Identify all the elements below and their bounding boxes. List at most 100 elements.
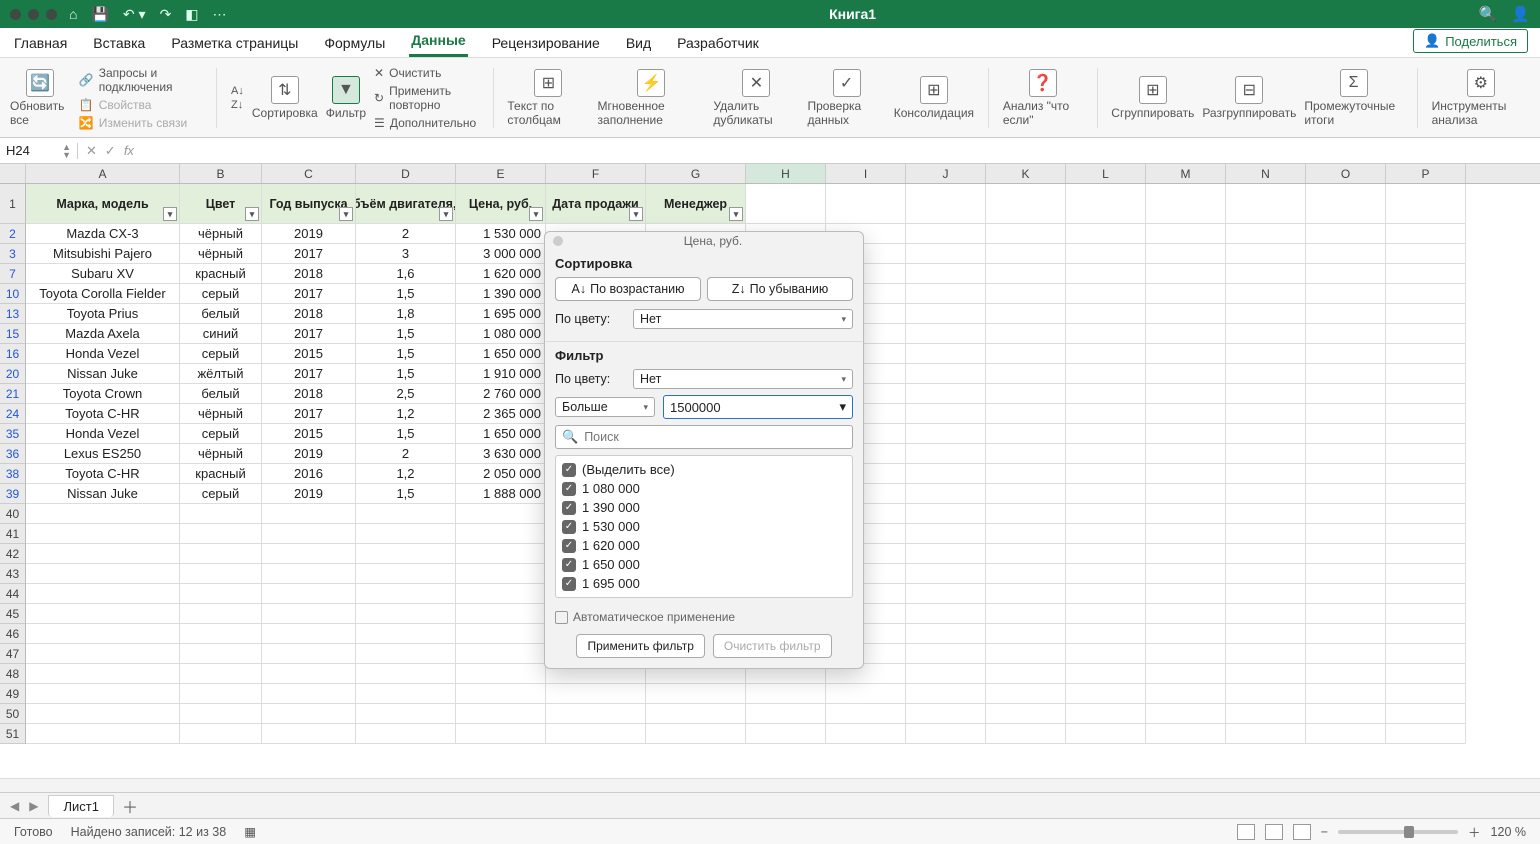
cell[interactable]: 1,2 xyxy=(356,464,456,484)
cell[interactable]: 2 365 000 xyxy=(456,404,546,424)
row-header[interactable]: 47 xyxy=(0,644,26,664)
column-header-O[interactable]: O xyxy=(1306,164,1386,183)
cell[interactable]: 1 650 000 xyxy=(456,424,546,444)
reapply-button[interactable]: ↻ Применить повторно xyxy=(374,84,479,112)
row-header[interactable]: 46 xyxy=(0,624,26,644)
undo-icon[interactable]: ↶ ▾ xyxy=(123,6,146,23)
cell[interactable]: 1,6 xyxy=(356,264,456,284)
filter-search-input[interactable] xyxy=(584,430,846,444)
cell[interactable]: 2018 xyxy=(262,384,356,404)
cell[interactable]: 1,5 xyxy=(356,324,456,344)
row-header[interactable]: 36 xyxy=(0,444,26,464)
cell[interactable]: 1,5 xyxy=(356,484,456,504)
cell[interactable]: серый xyxy=(180,344,262,364)
cell[interactable]: 1 620 000 xyxy=(456,264,546,284)
ungroup-button[interactable]: ⊟Разгруппировать xyxy=(1202,76,1296,120)
flash-fill-button[interactable]: ⚡Мгновенное заполнение xyxy=(598,69,706,127)
text-to-columns-button[interactable]: ⊞Текст по столбцам xyxy=(507,69,589,127)
column-header-B[interactable]: B xyxy=(180,164,262,183)
cell[interactable]: серый xyxy=(180,284,262,304)
cancel-icon[interactable]: ✕ xyxy=(86,143,97,159)
cell[interactable]: Mazda Axela xyxy=(26,324,180,344)
row-header[interactable]: 51 xyxy=(0,724,26,744)
clear-filter-button[interactable]: Очистить фильтр xyxy=(713,634,832,658)
cell[interactable]: Toyota C-HR xyxy=(26,404,180,424)
column-header-A[interactable]: A xyxy=(26,164,180,183)
row-header[interactable]: 41 xyxy=(0,524,26,544)
row-header[interactable]: 45 xyxy=(0,604,26,624)
column-header-C[interactable]: C xyxy=(262,164,356,183)
cell[interactable]: 1 530 000 xyxy=(456,224,546,244)
cell[interactable]: 1,5 xyxy=(356,284,456,304)
fx-icon[interactable]: fx xyxy=(124,143,134,159)
cell[interactable]: Toyota Prius xyxy=(26,304,180,324)
cell[interactable]: 2017 xyxy=(262,364,356,384)
cell[interactable]: красный xyxy=(180,264,262,284)
data-validation-button[interactable]: ✓Проверка данных xyxy=(807,69,885,127)
save-icon[interactable]: 💾 xyxy=(91,6,108,23)
filter-button[interactable]: ▼ Фильтр xyxy=(326,76,366,120)
filter-value-item[interactable]: ✓1 530 000 xyxy=(562,517,846,536)
column-header-E[interactable]: E xyxy=(456,164,546,183)
popup-close-icon[interactable] xyxy=(553,236,563,246)
tab-review[interactable]: Рецензирование xyxy=(490,30,602,57)
column-header-H[interactable]: H xyxy=(746,164,826,183)
row-header[interactable]: 20 xyxy=(0,364,26,384)
cell[interactable]: 1 650 000 xyxy=(456,344,546,364)
cell[interactable]: чёрный xyxy=(180,444,262,464)
sort-desc-button[interactable]: Z↓ По убыванию xyxy=(707,277,853,301)
cell[interactable]: 1,8 xyxy=(356,304,456,324)
cell[interactable]: 1 910 000 xyxy=(456,364,546,384)
cell[interactable]: 2018 xyxy=(262,304,356,324)
cell[interactable]: 3 xyxy=(356,244,456,264)
home-icon[interactable]: ⌂ xyxy=(69,6,77,22)
row-header[interactable]: 39 xyxy=(0,484,26,504)
cell[interactable]: 2 050 000 xyxy=(456,464,546,484)
cell[interactable]: 2017 xyxy=(262,284,356,304)
page-break-view-button[interactable] xyxy=(1293,824,1311,840)
minimize-window[interactable] xyxy=(28,9,39,20)
row-header[interactable]: 49 xyxy=(0,684,26,704)
analysis-tools-button[interactable]: ⚙Инструменты анализа xyxy=(1432,69,1530,127)
cell[interactable]: 1,2 xyxy=(356,404,456,424)
tab-developer[interactable]: Разработчик xyxy=(675,30,761,57)
cell[interactable]: 1,5 xyxy=(356,424,456,444)
cell[interactable]: 1 695 000 xyxy=(456,304,546,324)
sort-button[interactable]: ⇅ Сортировка xyxy=(252,76,318,120)
filter-by-color-select[interactable]: Нет▾ xyxy=(633,369,853,389)
clear-filter-button[interactable]: ✕ Очистить xyxy=(374,66,479,80)
cell[interactable]: 2 xyxy=(356,224,456,244)
filter-dropdown-icon[interactable]: ▾ xyxy=(529,207,543,221)
column-header-M[interactable]: M xyxy=(1146,164,1226,183)
filter-dropdown-icon[interactable]: ▾ xyxy=(439,207,453,221)
consolidate-button[interactable]: ⊞Консолидация xyxy=(894,76,974,120)
column-header-I[interactable]: I xyxy=(826,164,906,183)
cell[interactable]: 2019 xyxy=(262,224,356,244)
cell[interactable]: 3 000 000 xyxy=(456,244,546,264)
cell[interactable]: Mitsubishi Pajero xyxy=(26,244,180,264)
sort-desc-icon[interactable]: Z↓ xyxy=(231,99,244,111)
tab-formulas[interactable]: Формулы xyxy=(322,30,387,57)
row-header[interactable]: 35 xyxy=(0,424,26,444)
column-header-L[interactable]: L xyxy=(1066,164,1146,183)
remove-duplicates-button[interactable]: ✕Удалить дубликаты xyxy=(713,69,799,127)
confirm-icon[interactable]: ✓ xyxy=(105,143,116,159)
cell[interactable]: Honda Vezel xyxy=(26,344,180,364)
cell[interactable]: чёрный xyxy=(180,244,262,264)
zoom-window[interactable] xyxy=(46,9,57,20)
more-icon[interactable]: ⋯ xyxy=(213,6,227,23)
cell[interactable]: синий xyxy=(180,324,262,344)
cell[interactable]: серый xyxy=(180,484,262,504)
close-window[interactable] xyxy=(10,9,21,20)
filter-condition-select[interactable]: Больше▾ xyxy=(555,397,655,417)
cell[interactable]: 3 630 000 xyxy=(456,444,546,464)
horizontal-scrollbar[interactable] xyxy=(0,778,1540,792)
cell[interactable]: 2015 xyxy=(262,344,356,364)
subtotal-button[interactable]: ΣПромежуточные итоги xyxy=(1304,69,1402,127)
zoom-slider[interactable] xyxy=(1338,830,1458,834)
properties-button[interactable]: 📋 Свойства xyxy=(79,98,202,112)
filter-value-item[interactable]: ✓(Выделить все) xyxy=(562,460,846,479)
cell[interactable]: 1 888 000 xyxy=(456,484,546,504)
row-header[interactable]: 1 xyxy=(0,184,26,224)
sort-asc-icon[interactable]: A↓ xyxy=(231,85,244,97)
